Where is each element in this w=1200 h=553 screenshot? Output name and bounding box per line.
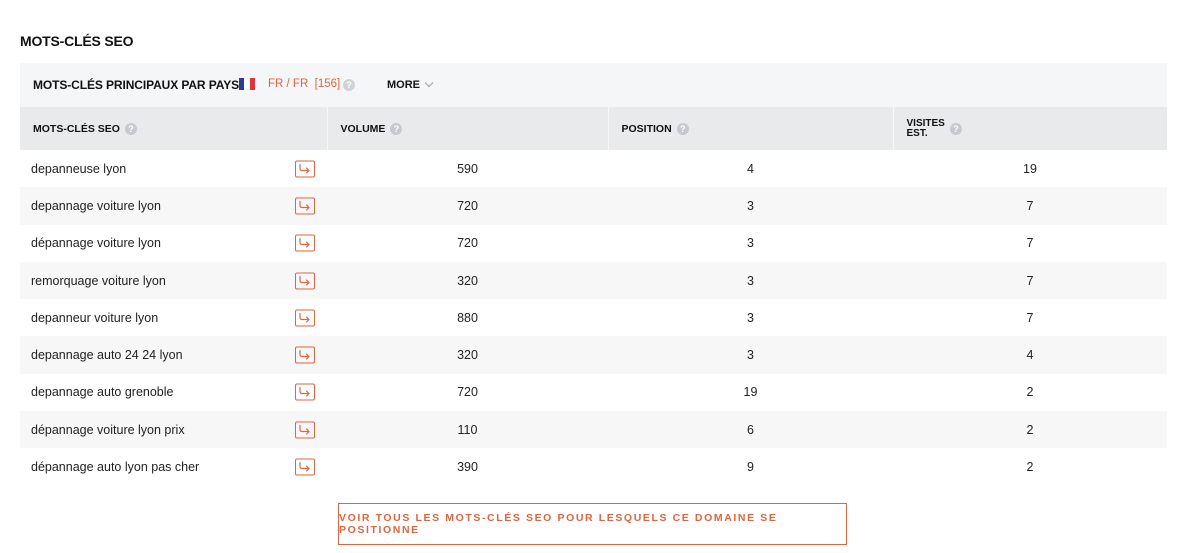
country-label: FR / FR bbox=[268, 78, 309, 90]
keyword-text[interactable]: depannage auto 24 24 lyon bbox=[31, 348, 183, 362]
chevron-down-icon bbox=[424, 78, 434, 88]
visits-cell: 2 bbox=[1026, 460, 1034, 475]
position-cell: 3 bbox=[747, 236, 754, 251]
column-header-volume[interactable]: VOLUME? bbox=[327, 107, 609, 150]
table-row: dépannage voiture lyon 720 3 7 bbox=[20, 224, 1167, 262]
keyword-text[interactable]: dépannage auto lyon pas cher bbox=[31, 460, 199, 474]
column-header-visits[interactable]: VISITES EST. ? bbox=[893, 107, 1167, 150]
keyword-text[interactable]: depannage auto grenoble bbox=[31, 385, 174, 399]
visits-cell: 7 bbox=[1026, 273, 1034, 288]
table-row: dépannage voiture lyon prix 110 6 2 bbox=[20, 411, 1167, 449]
keyword-text[interactable]: remorquage voiture lyon bbox=[31, 274, 166, 288]
more-label: MORE bbox=[387, 79, 420, 91]
column-header-position[interactable]: POSITION? bbox=[608, 107, 894, 150]
volume-cell: 390 bbox=[457, 460, 478, 475]
table-header-row: MOTS-CLÉS SEO? VOLUME? POSITION? VISITES… bbox=[20, 107, 1167, 150]
redirect-arrow-icon[interactable] bbox=[295, 309, 315, 327]
volume-cell: 880 bbox=[457, 310, 478, 325]
keyword-cell: dépannage auto lyon pas cher bbox=[20, 448, 327, 485]
keyword-text[interactable]: dépannage voiture lyon prix bbox=[31, 423, 185, 437]
keywords-table: MOTS-CLÉS SEO? VOLUME? POSITION? VISITES… bbox=[20, 107, 1167, 486]
table-row: dépannage auto lyon pas cher 390 9 2 bbox=[20, 448, 1167, 486]
visits-cell: 2 bbox=[1026, 385, 1034, 400]
visits-help-icon[interactable]: ? bbox=[949, 122, 962, 135]
redirect-arrow-icon[interactable] bbox=[295, 160, 315, 178]
keyword-cell: depanneuse lyon bbox=[20, 150, 327, 187]
redirect-arrow-icon[interactable] bbox=[295, 197, 315, 215]
position-cell: 9 bbox=[747, 460, 754, 475]
volume-cell: 720 bbox=[457, 385, 478, 400]
column-header-keyword[interactable]: MOTS-CLÉS SEO? bbox=[20, 107, 328, 150]
keyword-cell: dépannage voiture lyon bbox=[20, 225, 327, 262]
visits-cell: 7 bbox=[1026, 236, 1034, 251]
table-row: remorquage voiture lyon 320 3 7 bbox=[20, 261, 1167, 300]
country-selector[interactable]: FR / FR [156] bbox=[268, 78, 340, 90]
redirect-arrow-icon[interactable] bbox=[295, 458, 315, 476]
volume-cell: 110 bbox=[457, 422, 478, 437]
redirect-arrow-icon[interactable] bbox=[295, 383, 315, 401]
redirect-arrow-icon[interactable] bbox=[295, 234, 315, 252]
panel-title: MOTS-CLÉS PRINCIPAUX PAR PAYS bbox=[33, 78, 240, 92]
volume-cell: 720 bbox=[457, 236, 478, 251]
volume-help-icon[interactable]: ? bbox=[390, 122, 403, 135]
keyword-cell: depannage auto grenoble bbox=[20, 374, 327, 411]
keyword-text[interactable]: depanneuse lyon bbox=[31, 162, 126, 176]
table-row: depannage voiture lyon 720 3 7 bbox=[20, 187, 1167, 225]
volume-cell: 320 bbox=[457, 273, 478, 288]
position-cell: 3 bbox=[747, 348, 754, 363]
position-cell: 4 bbox=[747, 161, 754, 176]
country-count: [156] bbox=[314, 78, 341, 90]
section-title: MOTS-CLÉS SEO bbox=[20, 33, 134, 49]
redirect-arrow-icon[interactable] bbox=[295, 346, 315, 364]
keyword-cell: depannage voiture lyon bbox=[20, 187, 327, 224]
panel-header: MOTS-CLÉS PRINCIPAUX PAR PAYS FR / FR [1… bbox=[20, 63, 1167, 107]
keyword-text[interactable]: dépannage voiture lyon bbox=[31, 236, 161, 250]
position-cell: 3 bbox=[747, 198, 754, 213]
country-help-icon[interactable]: ? bbox=[343, 79, 355, 91]
keyword-cell: depanneur voiture lyon bbox=[20, 299, 327, 336]
position-cell: 6 bbox=[747, 422, 754, 437]
volume-cell: 720 bbox=[457, 198, 478, 213]
view-all-keywords-button[interactable]: VOIR TOUS LES MOTS-CLÉS SEO POUR LESQUEL… bbox=[338, 503, 847, 545]
visits-cell: 4 bbox=[1026, 348, 1034, 363]
keyword-text[interactable]: depannage voiture lyon bbox=[31, 199, 161, 213]
visits-cell: 19 bbox=[1023, 161, 1037, 176]
visits-cell: 2 bbox=[1026, 422, 1034, 437]
redirect-arrow-icon[interactable] bbox=[295, 272, 315, 290]
keyword-cell: remorquage voiture lyon bbox=[20, 262, 327, 299]
more-dropdown[interactable]: MORE bbox=[387, 78, 434, 91]
table-row: depannage auto grenoble 720 19 2 bbox=[20, 373, 1167, 412]
redirect-arrow-icon[interactable] bbox=[295, 421, 315, 439]
keyword-cell: dépannage voiture lyon prix bbox=[20, 411, 327, 448]
table-row: depannage auto 24 24 lyon 320 3 4 bbox=[20, 336, 1167, 374]
keywords-panel: MOTS-CLÉS PRINCIPAUX PAR PAYS FR / FR [1… bbox=[20, 63, 1167, 486]
volume-cell: 590 bbox=[457, 161, 478, 176]
keyword-cell: depannage auto 24 24 lyon bbox=[20, 336, 327, 373]
visits-cell: 7 bbox=[1026, 198, 1034, 213]
position-cell: 3 bbox=[747, 310, 754, 325]
position-cell: 19 bbox=[743, 385, 758, 400]
table-row: depanneuse lyon 590 4 19 bbox=[20, 150, 1167, 188]
keyword-help-icon[interactable]: ? bbox=[124, 122, 137, 135]
volume-cell: 320 bbox=[457, 348, 478, 363]
position-help-icon[interactable]: ? bbox=[676, 122, 689, 135]
visits-cell: 7 bbox=[1026, 310, 1034, 325]
keyword-text[interactable]: depanneur voiture lyon bbox=[31, 311, 158, 325]
table-row: depanneur voiture lyon 880 3 7 bbox=[20, 299, 1167, 337]
france-flag-icon bbox=[239, 78, 255, 90]
position-cell: 3 bbox=[747, 273, 754, 288]
